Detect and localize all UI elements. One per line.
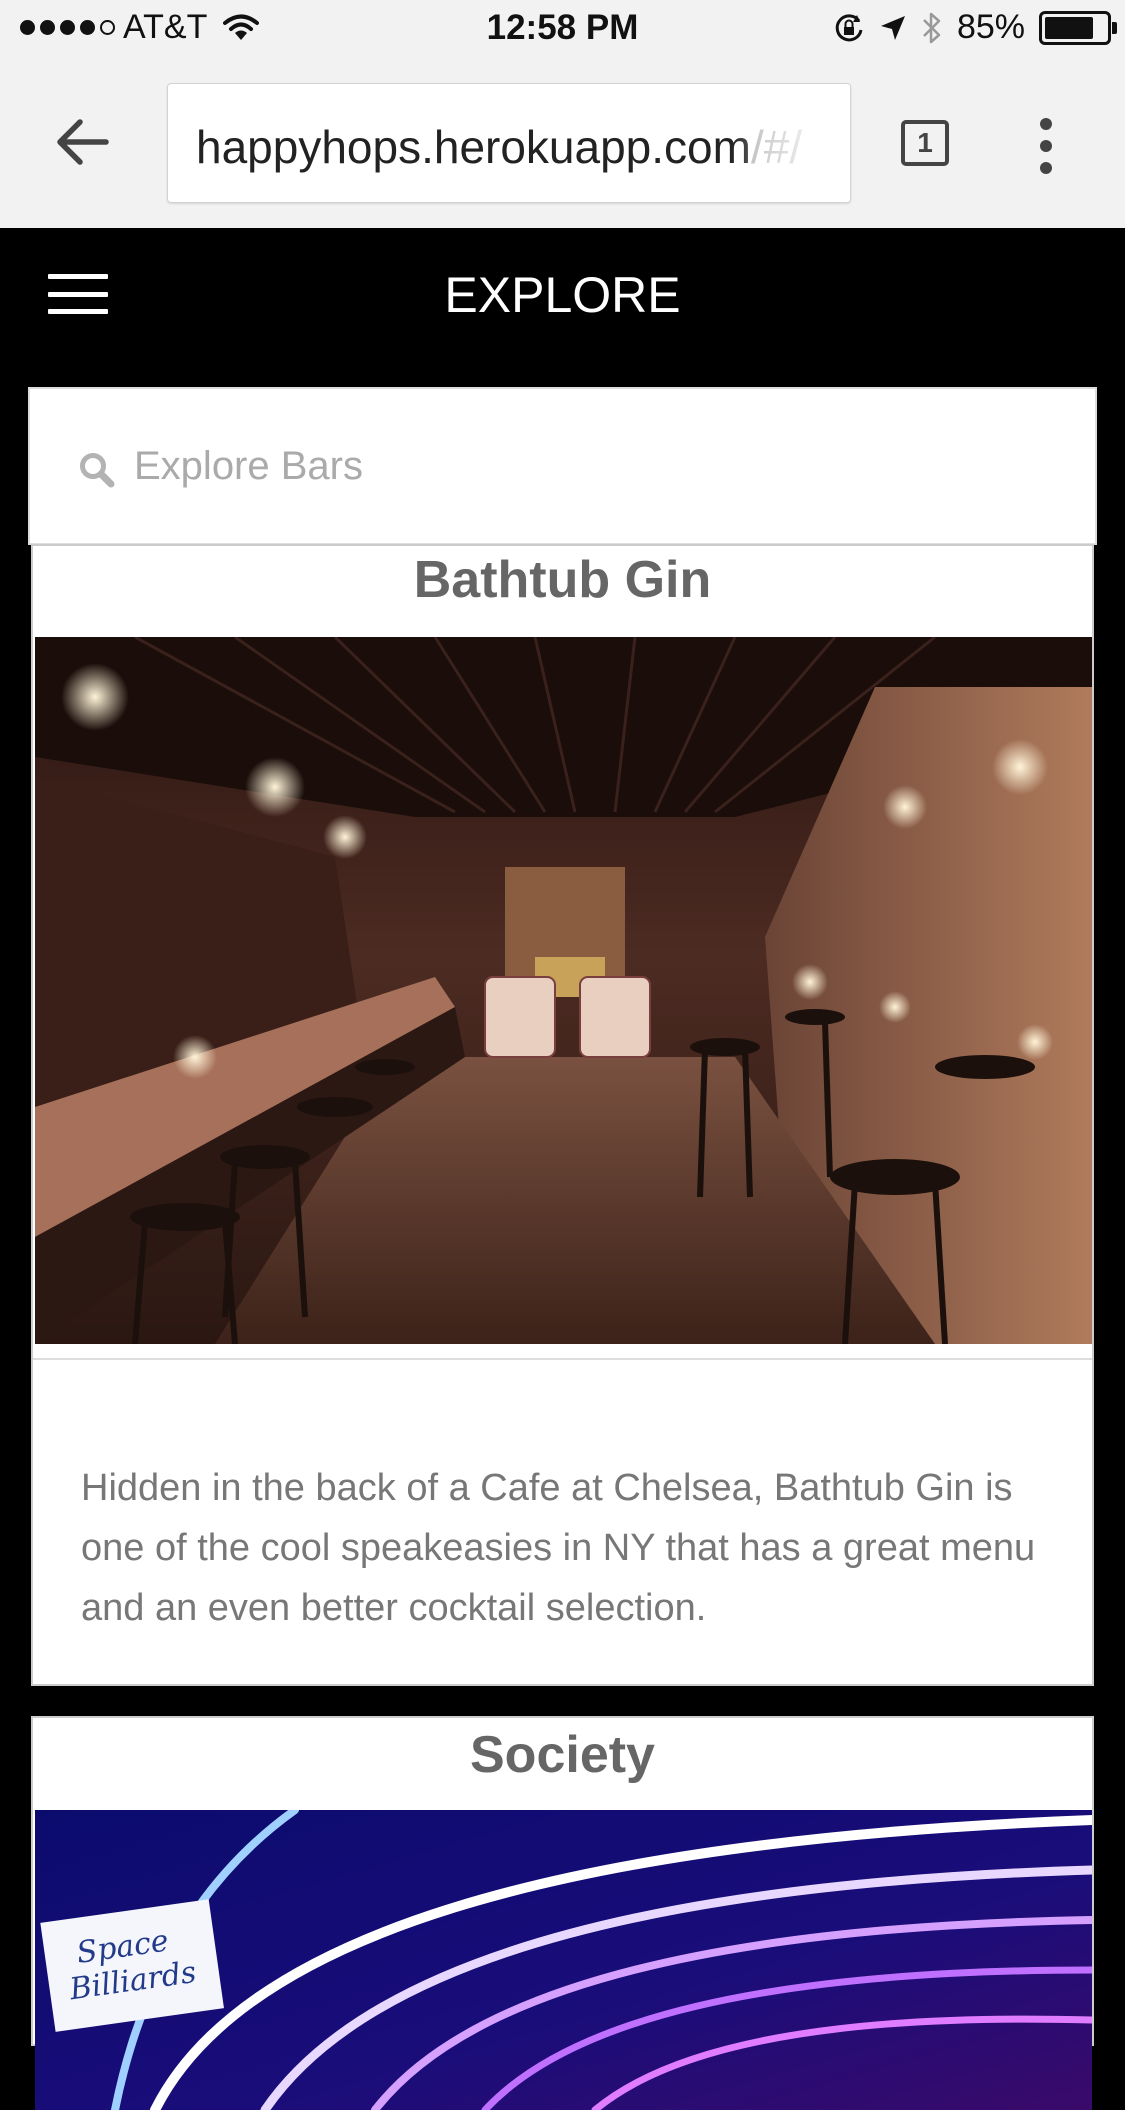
bar-photo[interactable] (35, 637, 1092, 1344)
url-host: happyhops.herokuapp.com (196, 121, 751, 173)
divider (33, 1358, 1092, 1360)
location-arrow-icon (880, 15, 905, 40)
page-title: EXPLORE (444, 267, 681, 323)
search-icon (80, 453, 115, 488)
back-arrow-icon[interactable] (52, 112, 112, 172)
search-box (28, 387, 1097, 545)
bar-photo[interactable]: Space Billiards (35, 1810, 1092, 2110)
status-bar: AT&T 12:58 PM 85% (0, 0, 1125, 60)
url-text: happyhops.herokuapp.com/#/ (196, 120, 802, 174)
orientation-lock-icon (835, 13, 863, 41)
battery-icon (1039, 10, 1117, 45)
address-bar[interactable]: happyhops.herokuapp.com/#/ (167, 83, 851, 203)
search-input[interactable] (132, 429, 1016, 503)
bar-name: Bathtub Gin (413, 551, 712, 609)
app-header: EXPLORE (0, 228, 1125, 360)
bar-card[interactable]: Society Space Billiards (31, 1716, 1094, 2110)
bar-name: Society (470, 1726, 655, 1784)
battery-percent: 85% (956, 8, 1025, 46)
bluetooth-icon (923, 12, 941, 43)
browser-toolbar: happyhops.herokuapp.com/#/ 1 (0, 60, 1125, 229)
overflow-menu-icon[interactable] (1040, 118, 1054, 174)
bar-card[interactable]: Bathtub Gin Hidden in the back of a Cafe… (31, 544, 1094, 1686)
bar-description: Hidden in the back of a Cafe at Chelsea,… (81, 1467, 1036, 1629)
tab-switcher-icon[interactable]: 1 (901, 120, 949, 166)
